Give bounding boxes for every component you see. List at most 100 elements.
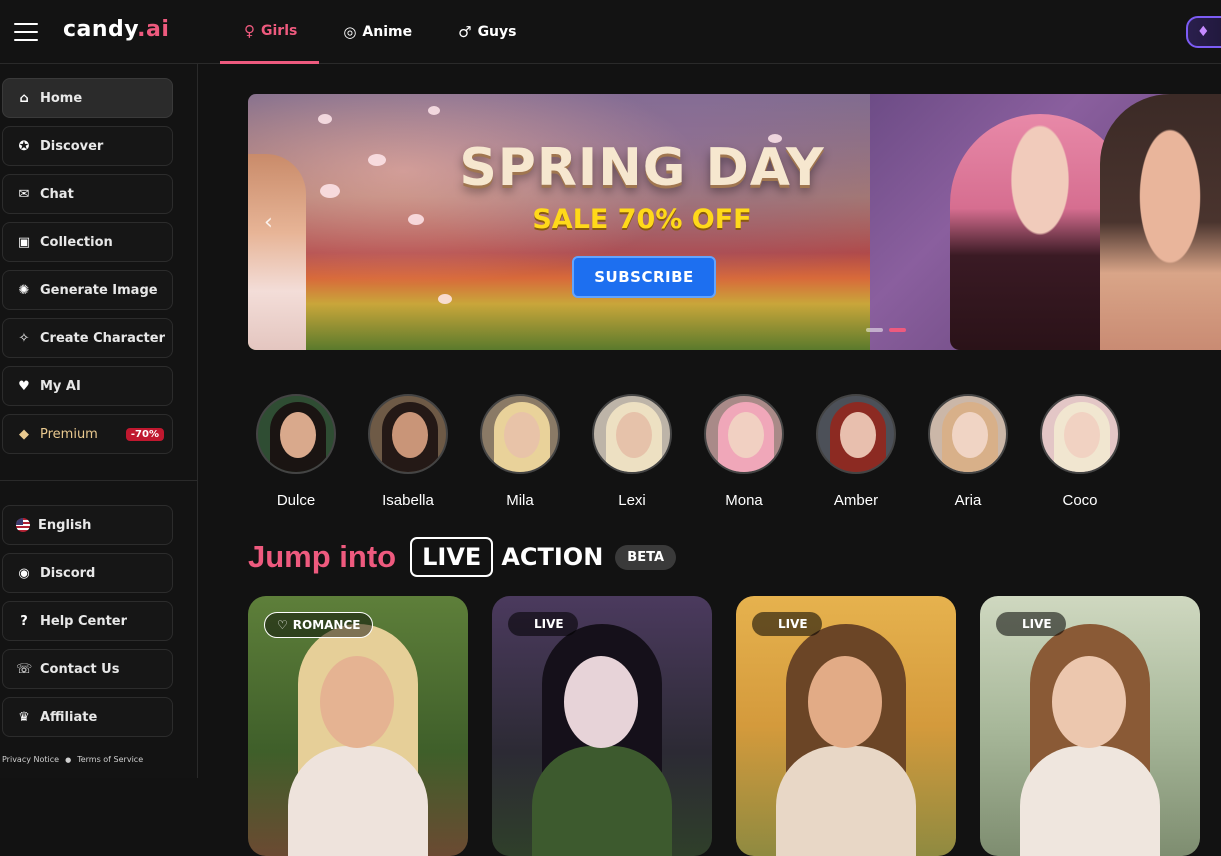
sidebar-item-contact-us[interactable]: ☏ Contact Us	[2, 649, 173, 689]
generate-image-icon: ✺	[18, 282, 30, 298]
help-icon: ?	[20, 613, 28, 629]
banner-title: SPRING DAY	[459, 138, 825, 198]
avatar	[256, 394, 336, 474]
sidebar-item-label: My AI	[40, 378, 81, 394]
legal-separator: ●	[65, 755, 72, 764]
sidebar-item-label: Affiliate	[40, 709, 98, 725]
discount-badge: -70%	[125, 428, 164, 441]
sidebar-divider	[0, 480, 197, 481]
tab-label: Anime	[362, 24, 413, 40]
live-character-card[interactable]: ♡ ROMANCE	[248, 596, 468, 856]
action-label: ACTION	[501, 543, 604, 571]
banner-characters-image	[870, 94, 1221, 350]
gem-icon: ♦	[1197, 24, 1210, 40]
avatar	[480, 394, 560, 474]
character-avatar-mona[interactable]: Mona	[704, 394, 784, 509]
female-icon: ♀	[244, 21, 255, 40]
avatar-name: Mila	[506, 492, 534, 509]
card-badge-live: LIVE	[996, 612, 1066, 636]
sidebar-item-discord[interactable]: ◉ Discord	[2, 553, 173, 593]
card-badge-label: LIVE	[534, 617, 564, 631]
tab-guys[interactable]: ♂ Guys	[434, 0, 538, 64]
card-badge-label: ROMANCE	[292, 618, 361, 632]
character-avatar-aria[interactable]: Aria	[928, 394, 1008, 509]
heart-outline-icon: ♡	[277, 618, 288, 632]
live-character-card[interactable]: LIVE	[980, 596, 1200, 856]
us-flag-icon	[16, 518, 30, 532]
magic-wand-icon: ✧	[18, 330, 30, 346]
live-character-card[interactable]: LIVE	[736, 596, 956, 856]
avatar	[592, 394, 672, 474]
logo[interactable]: candy.ai	[63, 17, 169, 42]
live-character-card[interactable]: LIVE	[492, 596, 712, 856]
language-label: English	[38, 517, 92, 533]
sidebar-item-label: Collection	[40, 234, 113, 250]
card-badge-live: LIVE	[508, 612, 578, 636]
chat-icon: ✉	[18, 186, 30, 202]
sidebar-item-label: Discover	[40, 138, 104, 154]
male-icon: ♂	[458, 23, 472, 41]
live-label: LIVE	[410, 537, 494, 577]
sidebar-item-discover[interactable]: ✪ Discover	[2, 126, 173, 166]
home-icon: ⌂	[19, 90, 29, 106]
avatar-name: Dulce	[276, 492, 316, 509]
carousel-dot[interactable]	[866, 328, 883, 332]
sidebar-item-premium[interactable]: ◆ Premium -70%	[2, 414, 173, 454]
avatar-name: Isabella	[382, 492, 434, 509]
character-avatar-dulce[interactable]: Dulce	[256, 394, 336, 509]
logo-brand: candy	[63, 17, 138, 42]
sidebar-item-label: Premium	[40, 426, 98, 442]
sidebar-item-affiliate[interactable]: ♛ Affiliate	[2, 697, 173, 737]
character-avatar-lexi[interactable]: Lexi	[592, 394, 672, 509]
avatar	[368, 394, 448, 474]
logo-suffix: .ai	[137, 17, 170, 42]
avatar-name: Aria	[954, 492, 982, 509]
subscribe-button[interactable]: SUBSCRIBE	[572, 256, 716, 298]
category-tabs: ♀ Girls ◎ Anime ♂ Guys	[220, 0, 538, 64]
sidebar-item-label: Help Center	[40, 613, 128, 629]
character-avatar-coco[interactable]: Coco	[1040, 394, 1120, 509]
sidebar-item-label: Contact Us	[40, 661, 120, 677]
hamburger-menu-icon[interactable]	[14, 23, 38, 41]
privacy-notice-link[interactable]: Privacy Notice	[2, 755, 59, 764]
tab-girls[interactable]: ♀ Girls	[220, 0, 320, 64]
sidebar-item-generate-image[interactable]: ✺ Generate Image	[2, 270, 173, 310]
top-bar: candy.ai ♀ Girls ◎ Anime ♂ Guys ♦	[0, 0, 1221, 64]
avatar-name: Amber	[833, 492, 879, 509]
carousel-dot-active[interactable]	[889, 328, 906, 332]
character-avatar-mila[interactable]: Mila	[480, 394, 560, 509]
trophy-icon: ♛	[18, 709, 30, 725]
sidebar-item-label: Generate Image	[40, 282, 158, 298]
discord-icon: ◉	[18, 565, 30, 581]
avatar-name: Lexi	[618, 492, 646, 509]
promo-banner-carousel[interactable]: ‹ SPRING DAY SALE 70% OFF SUBSCRIBE	[248, 94, 1221, 350]
diamond-icon: ◆	[19, 426, 29, 442]
carousel-indicators	[866, 328, 906, 332]
sidebar-item-my-ai[interactable]: ♥ My AI	[2, 366, 173, 406]
sidebar-item-label: Discord	[40, 565, 96, 581]
sidebar: ⌂ Home ✪ Discover ✉ Chat ▣ Collection ✺ …	[0, 64, 198, 778]
live-character-cards: ♡ ROMANCE LIVE LIVE LIVE	[248, 596, 1200, 856]
sidebar-item-home[interactable]: ⌂ Home	[2, 78, 173, 118]
avatar-name: Coco	[1062, 492, 1098, 509]
banner-character-image	[248, 154, 306, 350]
sidebar-item-chat[interactable]: ✉ Chat	[2, 174, 173, 214]
language-selector[interactable]: English	[2, 505, 173, 545]
sidebar-item-create-character[interactable]: ✧ Create Character	[2, 318, 173, 358]
card-badge-label: LIVE	[778, 617, 808, 631]
terms-of-service-link[interactable]: Terms of Service	[77, 755, 143, 764]
sidebar-item-help-center[interactable]: ? Help Center	[2, 601, 173, 641]
anime-swirl-icon: ◎	[343, 23, 357, 41]
avatar	[816, 394, 896, 474]
tab-anime[interactable]: ◎ Anime	[319, 0, 434, 64]
avatar-name: Mona	[725, 492, 763, 509]
premium-button[interactable]: ♦	[1186, 16, 1221, 48]
sidebar-item-collection[interactable]: ▣ Collection	[2, 222, 173, 262]
card-badge-label: LIVE	[1022, 617, 1052, 631]
sidebar-item-label: Chat	[40, 186, 74, 202]
character-avatar-amber[interactable]: Amber	[816, 394, 896, 509]
carousel-prev-icon[interactable]: ‹	[264, 210, 273, 235]
banner-subtitle: SALE 70% OFF	[532, 204, 752, 235]
character-avatar-isabella[interactable]: Isabella	[368, 394, 448, 509]
jump-into-text: Jump into	[248, 539, 397, 574]
